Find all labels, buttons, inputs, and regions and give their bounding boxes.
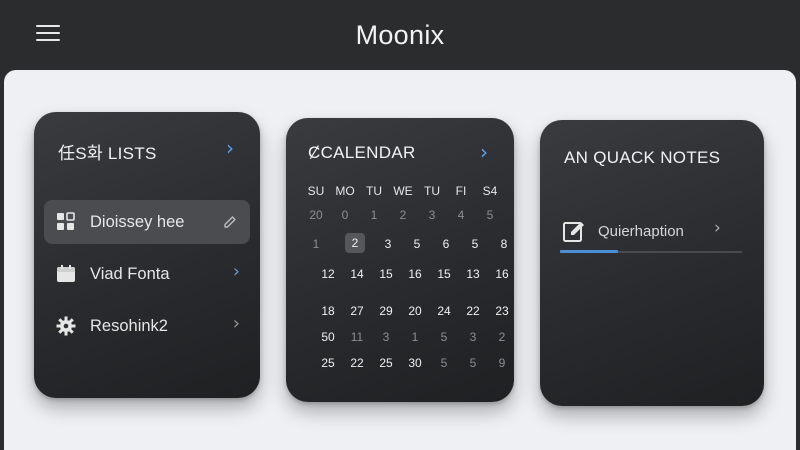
calendar-day[interactable]: 11 (343, 330, 371, 344)
weekday-label: SU (307, 184, 325, 198)
calendar-day[interactable]: 1 (401, 330, 429, 344)
app-title: Moonix (355, 20, 445, 50)
weekday-label: TU (366, 184, 382, 198)
chevron-right-icon[interactable]: › (233, 261, 240, 282)
calendar-day[interactable]: 9 (488, 356, 516, 370)
quick-note-input-value: Quierhaption (598, 223, 684, 240)
widgets-icon (57, 212, 75, 230)
list-item-label: Resohink2 (90, 317, 168, 335)
calendar-day[interactable]: 4 (447, 208, 475, 222)
weekday-label: TU (424, 184, 440, 198)
calendar-day[interactable]: 18 (314, 304, 342, 318)
list-item-viad-fonta[interactable]: Viad Fonta › (44, 252, 250, 296)
chevron-right-icon[interactable]: › (226, 136, 234, 160)
chevron-right-icon[interactable]: › (233, 313, 240, 334)
list-item-resohink2[interactable]: Resohink2 › (44, 304, 250, 348)
calendar-card[interactable]: ȻCALENDAR › SU MO TU WE TU FI S4 20 0 1 … (286, 118, 514, 402)
app-header: Moonix (0, 0, 800, 72)
calendar-day[interactable]: 6 (432, 237, 460, 251)
calendar-week-row: 1 2 3 5 6 5 8 (302, 233, 507, 253)
calendar-day[interactable]: 13 (459, 267, 487, 281)
calendar-day[interactable]: 27 (343, 304, 371, 318)
calendar-day[interactable]: 50 (314, 330, 342, 344)
calendar-day[interactable]: 2 (389, 208, 417, 222)
calendar-day[interactable]: 14 (343, 267, 371, 281)
calendar-day[interactable]: 23 (488, 304, 516, 318)
calendar-day[interactable]: 5 (476, 208, 504, 222)
calendar-day[interactable]: 1 (360, 208, 388, 222)
weekday-label: MO (335, 184, 355, 198)
calendar-day[interactable]: 5 (403, 237, 431, 251)
calendar-card-title: ȻCALENDAR (308, 143, 416, 163)
calendar-day[interactable]: 24 (430, 304, 458, 318)
note-progress-bar (560, 250, 618, 253)
calendar-day[interactable]: 5 (459, 356, 487, 370)
quick-notes-card[interactable]: AN QUACK NOTES Quierhaption › (540, 120, 764, 406)
edit-icon[interactable] (222, 214, 238, 230)
calendar-day[interactable]: 5 (461, 237, 489, 251)
weekday-label: WE (393, 184, 413, 198)
compose-icon (563, 222, 584, 242)
calendar-day[interactable]: 15 (372, 267, 400, 281)
calendar-day[interactable]: 20 (302, 208, 330, 222)
calendar-day-selected[interactable]: 2 (345, 233, 365, 253)
calendar-icon (57, 265, 75, 282)
calendar-day[interactable]: 16 (488, 267, 516, 281)
calendar-day[interactable]: 5 (430, 356, 458, 370)
chevron-right-icon[interactable]: › (714, 218, 721, 238)
calendar-day[interactable]: 3 (418, 208, 446, 222)
gear-icon (56, 316, 76, 336)
lists-card-title: 任S화 LISTS (58, 144, 157, 163)
list-item-label: Viad Fonta (90, 265, 170, 283)
calendar-title-text: CALENDAR (320, 143, 416, 162)
calendar-day[interactable]: 3 (459, 330, 487, 344)
list-item-label: Dioissey hee (90, 213, 185, 231)
calendar-week-row: 50 11 3 1 5 3 2 (302, 330, 505, 350)
quick-notes-card-title: AN QUACK NOTES (564, 148, 721, 167)
calendar-day[interactable]: 3 (372, 330, 400, 344)
calendar-day[interactable]: 3 (374, 237, 402, 251)
calendar-title-glyph: Ȼ (308, 143, 321, 162)
calendar-day[interactable]: 22 (343, 356, 371, 370)
calendar-day[interactable]: 0 (331, 208, 359, 222)
calendar-week-row: 12 14 15 16 15 13 16 (302, 267, 508, 287)
calendar-day[interactable]: 22 (459, 304, 487, 318)
calendar-day[interactable]: 2 (488, 330, 516, 344)
calendar-day[interactable]: 1 (302, 237, 330, 251)
calendar-day[interactable]: 15 (430, 267, 458, 281)
calendar-week-row: 25 22 25 30 5 5 9 (302, 356, 505, 376)
chevron-right-icon[interactable]: › (480, 140, 488, 164)
calendar-day[interactable]: 29 (372, 304, 400, 318)
calendar-day[interactable]: 12 (314, 267, 342, 281)
calendar-day[interactable]: 5 (430, 330, 458, 344)
calendar-week-row: 20 0 1 2 3 4 5 (302, 208, 502, 228)
calendar-day[interactable]: 16 (401, 267, 429, 281)
calendar-day[interactable]: 30 (401, 356, 429, 370)
calendar-day[interactable]: 20 (401, 304, 429, 318)
calendar-day[interactable]: 25 (314, 356, 342, 370)
calendar-day[interactable]: 25 (372, 356, 400, 370)
lists-card[interactable]: 任S화 LISTS › Dioissey hee Viad Fonta › Re… (34, 112, 260, 398)
calendar-day[interactable]: 8 (490, 237, 518, 251)
list-item-dioissey[interactable]: Dioissey hee (44, 200, 250, 244)
weekday-header-row: SU MO TU WE TU FI S4 (302, 184, 502, 204)
calendar-week-row: 18 27 29 20 24 22 23 (302, 304, 508, 324)
weekday-label: S4 (482, 184, 498, 198)
weekday-label: FI (455, 184, 467, 198)
